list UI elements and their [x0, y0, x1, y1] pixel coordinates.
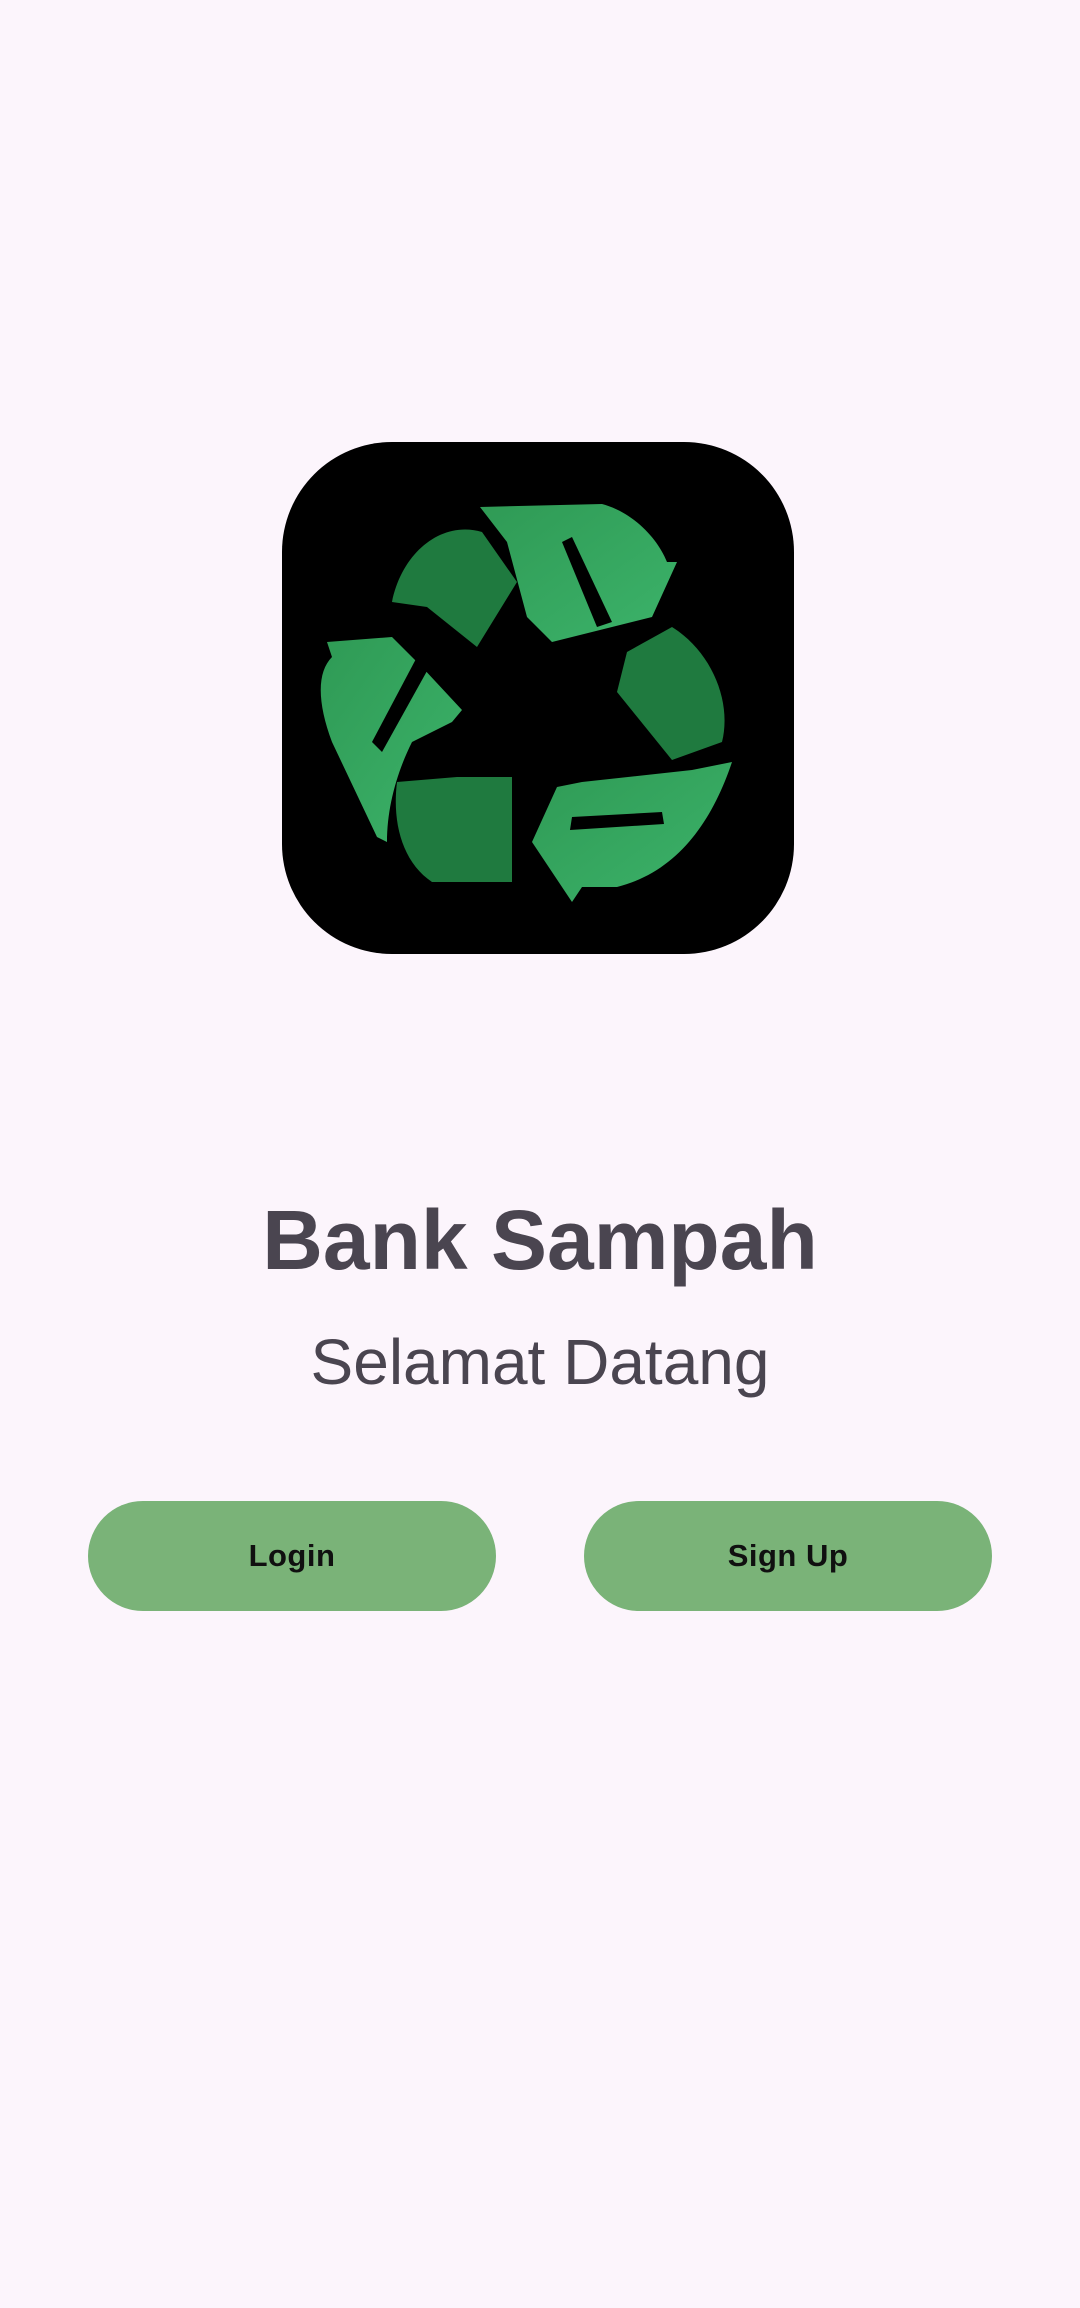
login-button[interactable]: Login: [88, 1501, 496, 1611]
login-button-label: Login: [248, 1538, 336, 1573]
sign-up-button[interactable]: Sign Up: [584, 1501, 992, 1611]
app-title: Bank Sampah: [262, 1193, 818, 1287]
welcome-subtitle: Selamat Datang: [310, 1326, 770, 1398]
recycle-icon: [320, 504, 732, 902]
app-logo: [282, 442, 794, 954]
sign-up-button-label: Sign Up: [727, 1538, 849, 1573]
